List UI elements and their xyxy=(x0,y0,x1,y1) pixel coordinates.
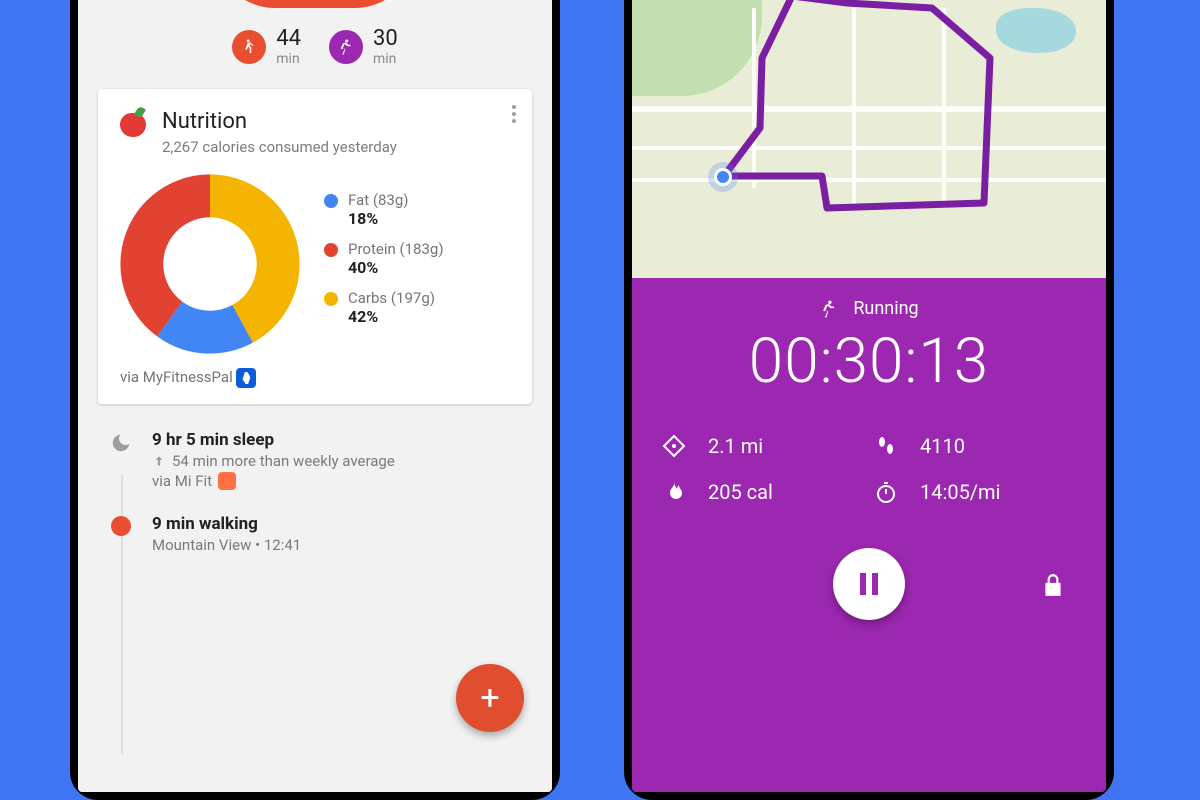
phone-left: 44 min 30 min Nutrit xyxy=(70,0,560,800)
plus-icon: + xyxy=(480,678,499,718)
steps-icon xyxy=(874,434,898,458)
session-stats: 2.1 mi 4110 205 cal 14:05/mi xyxy=(662,434,1076,504)
walking-dot-icon xyxy=(111,516,131,536)
flame-icon xyxy=(662,480,686,504)
activity-type-header: Running xyxy=(662,298,1076,319)
legend-fat: Fat (83g) 18% xyxy=(324,191,510,228)
walking-unit: min xyxy=(276,51,301,67)
apple-icon xyxy=(120,109,148,137)
nutrition-via: via MyFitnessPal xyxy=(120,368,510,388)
moon-icon xyxy=(106,430,136,490)
dot-yellow-icon xyxy=(324,292,338,306)
running-value: 30 xyxy=(373,26,398,51)
nutrition-card[interactable]: Nutrition 2,267 calories consumed yester… xyxy=(98,89,532,404)
stat-distance: 2.1 mi xyxy=(662,434,864,458)
pause-icon xyxy=(860,573,878,595)
walking-icon xyxy=(232,30,266,64)
nutrition-subtitle: 2,267 calories consumed yesterday xyxy=(162,138,397,156)
dot-red-icon xyxy=(324,243,338,257)
running-icon xyxy=(819,299,839,319)
nutrition-legend: Fat (83g) 18% Protein (183g) 40% xyxy=(324,191,510,338)
lock-icon xyxy=(1040,572,1066,598)
current-location-icon xyxy=(714,168,732,186)
legend-carbs: Carbs (197g) 42% xyxy=(324,289,510,326)
timeline-walking-item[interactable]: 9 min walking Mountain View • 12:41 xyxy=(106,514,524,554)
legend-protein: Protein (183g) 40% xyxy=(324,240,510,277)
route-map[interactable] xyxy=(632,0,1106,278)
activity-ring-partial xyxy=(215,0,415,8)
mifit-icon xyxy=(218,472,236,490)
stat-pace: 14:05/mi xyxy=(874,480,1076,504)
add-activity-fab[interactable]: + xyxy=(456,664,524,732)
session-timer: 00:30:13 xyxy=(662,325,1076,398)
nutrition-title: Nutrition xyxy=(162,109,397,134)
pause-button[interactable] xyxy=(833,548,905,620)
stat-calories: 205 cal xyxy=(662,480,864,504)
phone-right: Running 00:30:13 2.1 mi 4110 205 cal xyxy=(624,0,1114,800)
stat-steps: 4110 xyxy=(874,434,1076,458)
route-path xyxy=(632,0,1106,278)
dot-blue-icon xyxy=(324,194,338,208)
running-session-screen: Running 00:30:13 2.1 mi 4110 205 cal xyxy=(632,0,1106,792)
activity-chips: 44 min 30 min xyxy=(78,8,552,89)
timeline-sleep-item[interactable]: 9 hr 5 min sleep 54 min more than weekly… xyxy=(106,430,524,490)
stopwatch-icon xyxy=(874,480,898,504)
arrow-up-icon xyxy=(152,454,166,468)
distance-icon xyxy=(662,434,686,458)
nutrition-donut-chart xyxy=(120,174,300,354)
running-chip[interactable]: 30 min xyxy=(329,26,398,67)
walking-value: 44 xyxy=(276,26,301,51)
running-icon xyxy=(329,30,363,64)
running-unit: min xyxy=(373,51,398,67)
card-overflow-menu[interactable] xyxy=(512,105,516,123)
lock-button[interactable] xyxy=(1040,572,1066,602)
walking-chip[interactable]: 44 min xyxy=(232,26,301,67)
timeline: 9 hr 5 min sleep 54 min more than weekly… xyxy=(106,404,524,554)
myfitnesspal-icon xyxy=(236,368,256,388)
fit-home-screen: 44 min 30 min Nutrit xyxy=(78,0,552,792)
